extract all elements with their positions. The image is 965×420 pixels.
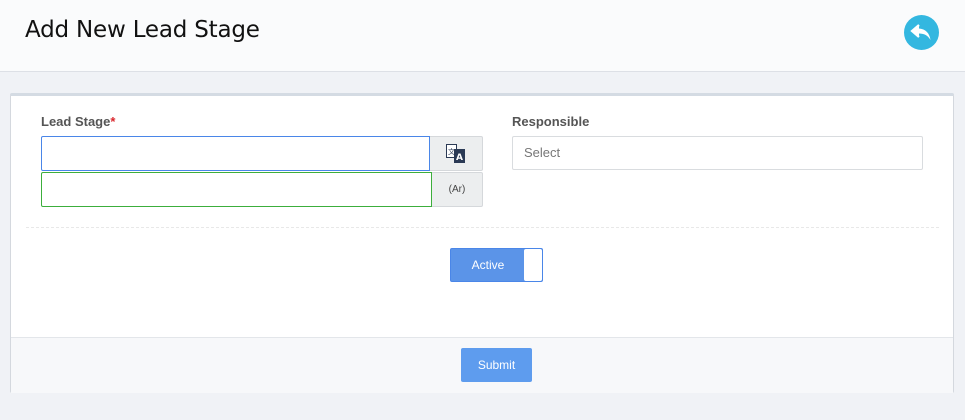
toggle-knob xyxy=(524,249,542,281)
svg-text:A: A xyxy=(456,153,463,163)
page-header: Add New Lead Stage xyxy=(0,0,965,72)
reply-all-icon xyxy=(910,24,931,40)
page-title: Add New Lead Stage xyxy=(25,17,260,43)
submit-button[interactable]: Submit xyxy=(461,348,532,382)
responsible-select[interactable]: Select xyxy=(512,136,923,170)
back-button[interactable] xyxy=(904,15,939,50)
divider xyxy=(26,227,939,228)
svg-text:文: 文 xyxy=(448,147,455,156)
translate-button[interactable]: 文 A xyxy=(430,136,483,171)
active-toggle[interactable]: Active xyxy=(450,248,543,282)
translate-icon: 文 A xyxy=(446,144,465,163)
required-marker: * xyxy=(110,114,116,129)
arabic-addon: (Ar) xyxy=(432,172,483,207)
lead-stage-arabic-input[interactable] xyxy=(41,172,432,207)
lead-stage-input[interactable] xyxy=(41,136,430,171)
active-toggle-label: Active xyxy=(471,258,505,272)
form-footer: Submit xyxy=(11,337,953,393)
lead-stage-form: Lead Stage* 文 A (Ar) Responsible Select … xyxy=(10,93,954,393)
responsible-label: Responsible xyxy=(512,114,590,129)
lead-stage-label: Lead Stage* xyxy=(41,114,116,129)
